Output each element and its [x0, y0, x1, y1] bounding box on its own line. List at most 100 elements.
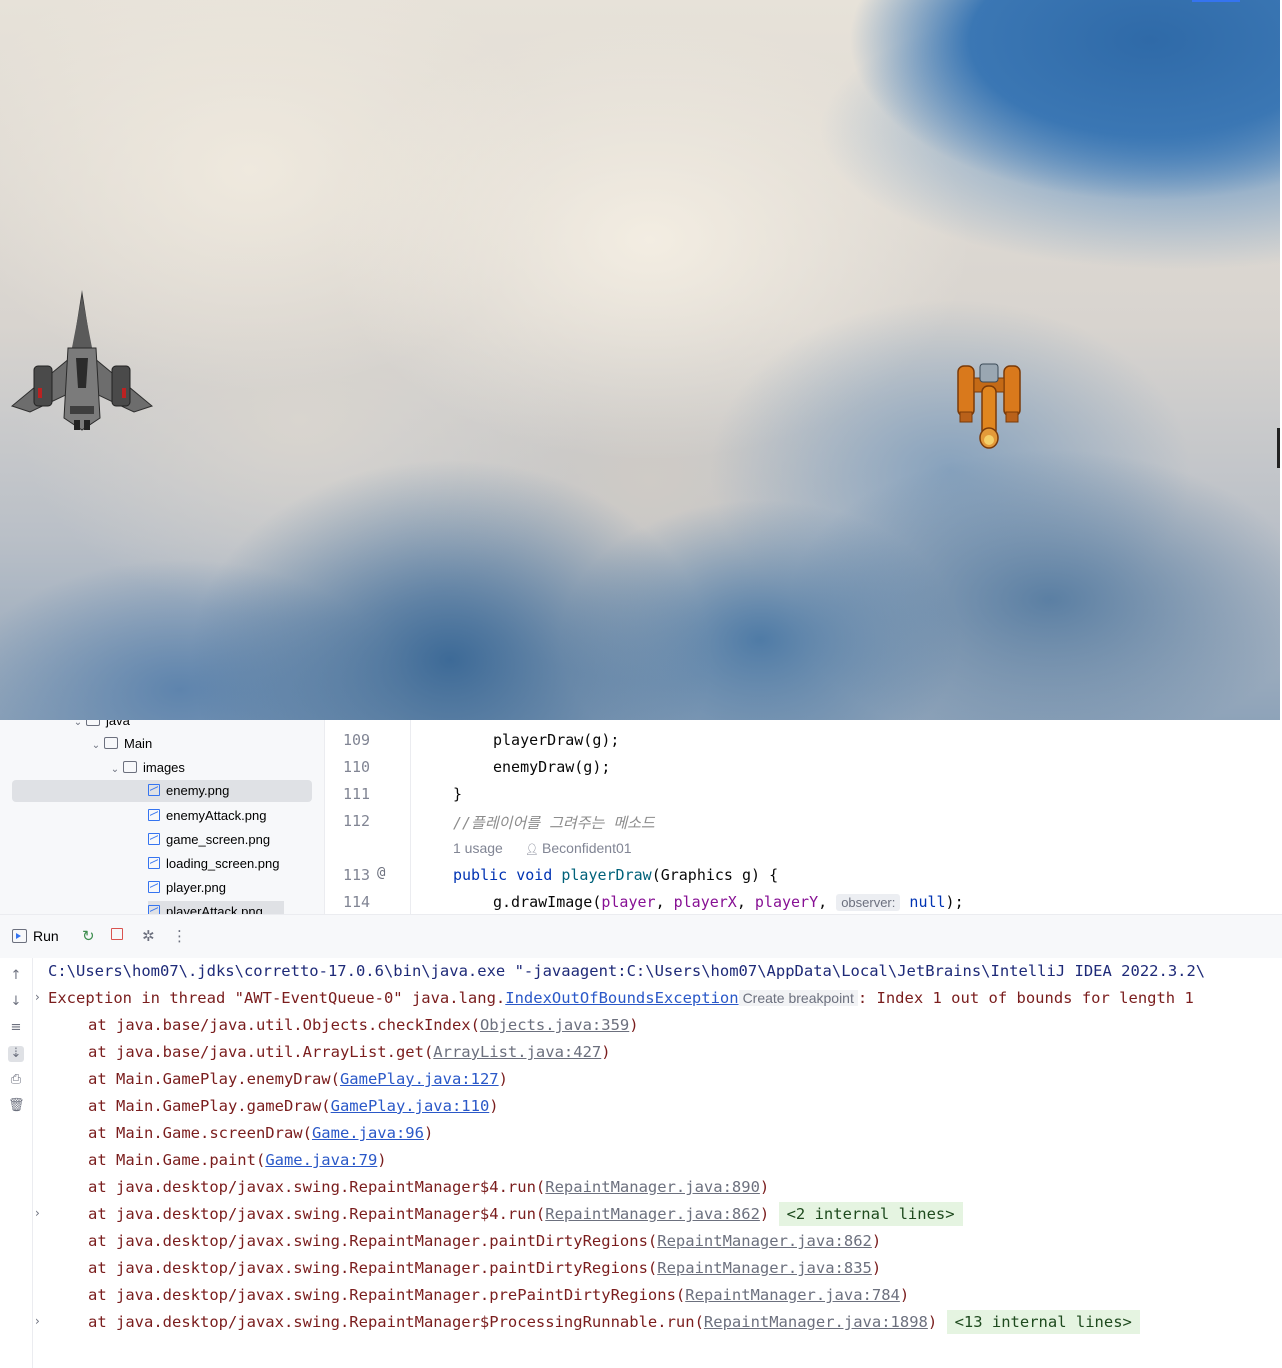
stack-trace-line: at java.desktop/javax.swing.RepaintManag…	[88, 1282, 909, 1309]
source-location-link[interactable]: GamePlay.java:127	[340, 1070, 499, 1088]
parameter-inlay-hint: observer:	[836, 894, 901, 911]
tree-item-loading-screen-png[interactable]: loading_screen.png	[148, 853, 279, 875]
tree-item-enemy-png[interactable]: enemy.png	[12, 780, 312, 802]
stack-frame-text: at Main.GamePlay.gameDraw(	[88, 1097, 331, 1115]
code-field: player	[601, 893, 656, 911]
override-marker-icon[interactable]: @	[377, 865, 385, 881]
chevron-right-icon[interactable]: ›	[35, 990, 40, 1004]
console-output[interactable]: C:\Users\hom07\.jdks\corretto-17.0.6\bin…	[33, 958, 1282, 1368]
stack-trace-line: at java.desktop/javax.swing.RepaintManag…	[88, 1228, 881, 1255]
stack-trace-line: at java.desktop/javax.swing.RepaintManag…	[88, 1174, 769, 1201]
source-location-link[interactable]: RepaintManager.java:784	[685, 1286, 900, 1304]
code-editor[interactable]: 109 110 111 112 113 @ 114 playerDraw(g);…	[325, 720, 1282, 914]
source-location-link[interactable]: RepaintManager.java:1898	[704, 1313, 928, 1331]
chevron-right-icon[interactable]: ›	[35, 1206, 40, 1220]
stack-frame-text: at java.desktop/javax.swing.RepaintManag…	[88, 1286, 686, 1304]
tree-item-playerattack-png[interactable]: playerAttack.png	[148, 901, 284, 914]
source-location-link[interactable]: GamePlay.java:110	[331, 1097, 490, 1115]
source-location-link[interactable]: RepaintManager.java:862	[545, 1205, 760, 1223]
internal-lines-fold[interactable]: <13 internal lines>	[946, 1310, 1140, 1334]
print-icon[interactable]: ⎙	[8, 1072, 24, 1088]
run-tab-icon	[12, 929, 27, 943]
source-location-link[interactable]: Game.java:79	[265, 1151, 377, 1169]
image-file-icon	[148, 881, 160, 893]
stack-frame-text: )	[899, 1286, 910, 1304]
stack-frame-text: )	[423, 1124, 434, 1142]
stack-frame-text: )	[498, 1070, 508, 1088]
stack-frame-text: )	[871, 1232, 882, 1250]
internal-lines-fold[interactable]: <2 internal lines>	[778, 1202, 963, 1226]
stack-frame-text: )	[871, 1259, 882, 1277]
source-location-link[interactable]: RepaintManager.java:835	[657, 1259, 872, 1277]
arrow-down-icon[interactable]: ↓	[8, 994, 24, 1010]
code-keyword: public	[453, 866, 508, 884]
line-number: 109	[343, 731, 371, 749]
stop-icon[interactable]	[111, 928, 123, 940]
source-location-link[interactable]: RepaintManager.java:890	[545, 1178, 760, 1196]
soft-wrap-icon[interactable]: ≡	[8, 1020, 24, 1036]
stack-frame-text: at java.desktop/javax.swing.RepaintManag…	[88, 1178, 546, 1196]
chevron-down-icon[interactable]: ⌄	[107, 759, 123, 781]
tree-item-player-png[interactable]: player.png	[148, 877, 226, 899]
trash-icon[interactable]: 🗑︎	[8, 1098, 25, 1114]
line-number: 111	[343, 785, 371, 803]
code-text: ,	[655, 893, 674, 911]
code-text: ,	[818, 893, 837, 911]
project-tree: ⌄ java ⌄ Main ⌄ images enemy.png enemyAttac…	[0, 720, 325, 914]
stack-trace-line: at Main.Game.screenDraw(Game.java:96)	[88, 1120, 433, 1147]
stack-trace-line: at java.desktop/javax.swing.RepaintManag…	[88, 1309, 1140, 1336]
stack-frame-text: at java.desktop/javax.swing.RepaintManag…	[88, 1205, 546, 1223]
exception-text: : Index 1 out of bounds for length 1	[857, 989, 1194, 1007]
more-options-icon[interactable]: ⋮	[172, 927, 187, 945]
exception-class-link[interactable]: IndexOutOfBoundsException	[505, 989, 738, 1007]
chevron-right-icon[interactable]: ›	[35, 1314, 40, 1328]
arrow-up-icon[interactable]: ↑	[8, 968, 24, 984]
code-keyword: void	[516, 866, 553, 884]
folder-icon	[86, 720, 100, 726]
source-location-link[interactable]: ArrayList.java:427	[433, 1043, 601, 1061]
person-icon: 👤︎	[525, 844, 543, 856]
tree-item-enemyattack-png[interactable]: enemyAttack.png	[148, 805, 266, 827]
rerun-icon[interactable]: ↻	[82, 927, 95, 945]
tree-item-images[interactable]: ⌄ images	[107, 757, 185, 779]
chevron-down-icon[interactable]: ⌄	[88, 735, 104, 757]
image-file-icon	[148, 905, 160, 914]
line-number: 113	[343, 866, 371, 884]
stack-frame-text: at java.base/java.util.ArrayList.get(	[88, 1043, 434, 1061]
code-method-name: playerDraw	[561, 866, 652, 884]
scroll-to-end-icon[interactable]: ⇣	[8, 1046, 24, 1062]
code-keyword: null	[909, 893, 946, 911]
stack-frame-text: )	[629, 1016, 639, 1034]
line-number: 110	[343, 758, 371, 776]
usage-hint[interactable]: 1 usage	[453, 840, 503, 856]
source-location-link[interactable]: Objects.java:359	[480, 1016, 629, 1034]
chevron-down-icon[interactable]: ⌄	[70, 720, 86, 734]
line-number: 114	[343, 893, 371, 911]
stack-frame-text: )	[759, 1205, 770, 1223]
run-side-toolbar: ↑ ↓ ≡ ⇣ ⎙ 🗑︎	[0, 958, 33, 1368]
debug-bug-icon[interactable]: ✲	[142, 927, 155, 945]
author-hint[interactable]: 👤︎ Beconfident01	[525, 840, 632, 856]
stack-frame-text: )	[377, 1151, 387, 1169]
stack-frame-text: )	[927, 1313, 938, 1331]
tree-item-game-screen-png[interactable]: game_screen.png	[148, 829, 270, 851]
stack-frame-text: at Main.Game.screenDraw(	[88, 1124, 312, 1142]
source-location-link[interactable]: Game.java:96	[312, 1124, 424, 1142]
image-file-icon	[148, 833, 160, 845]
tree-item-java[interactable]: ⌄ java	[70, 720, 130, 732]
enemy-ship-sprite	[957, 363, 1021, 449]
console-exception-line: Exception in thread "AWT-EventQueue-0" j…	[48, 985, 1194, 1012]
code-text: g.drawImage(	[493, 893, 602, 911]
run-tab[interactable]: Run	[33, 928, 59, 944]
stack-trace-line: at java.base/java.util.Objects.checkInde…	[88, 1012, 639, 1039]
tree-item-main[interactable]: ⌄ Main	[88, 733, 152, 755]
code-text: (Graphics g) {	[651, 866, 779, 884]
create-breakpoint-link[interactable]: Create breakpoint	[738, 990, 858, 1006]
stack-frame-text: at Main.Game.paint(	[88, 1151, 266, 1169]
stack-trace-line: at java.desktop/javax.swing.RepaintManag…	[88, 1255, 881, 1282]
console-command-line: C:\Users\hom07\.jdks\corretto-17.0.6\bin…	[48, 962, 1206, 980]
source-location-link[interactable]: RepaintManager.java:862	[657, 1232, 872, 1250]
image-file-icon	[148, 809, 160, 821]
folder-icon	[123, 761, 137, 773]
